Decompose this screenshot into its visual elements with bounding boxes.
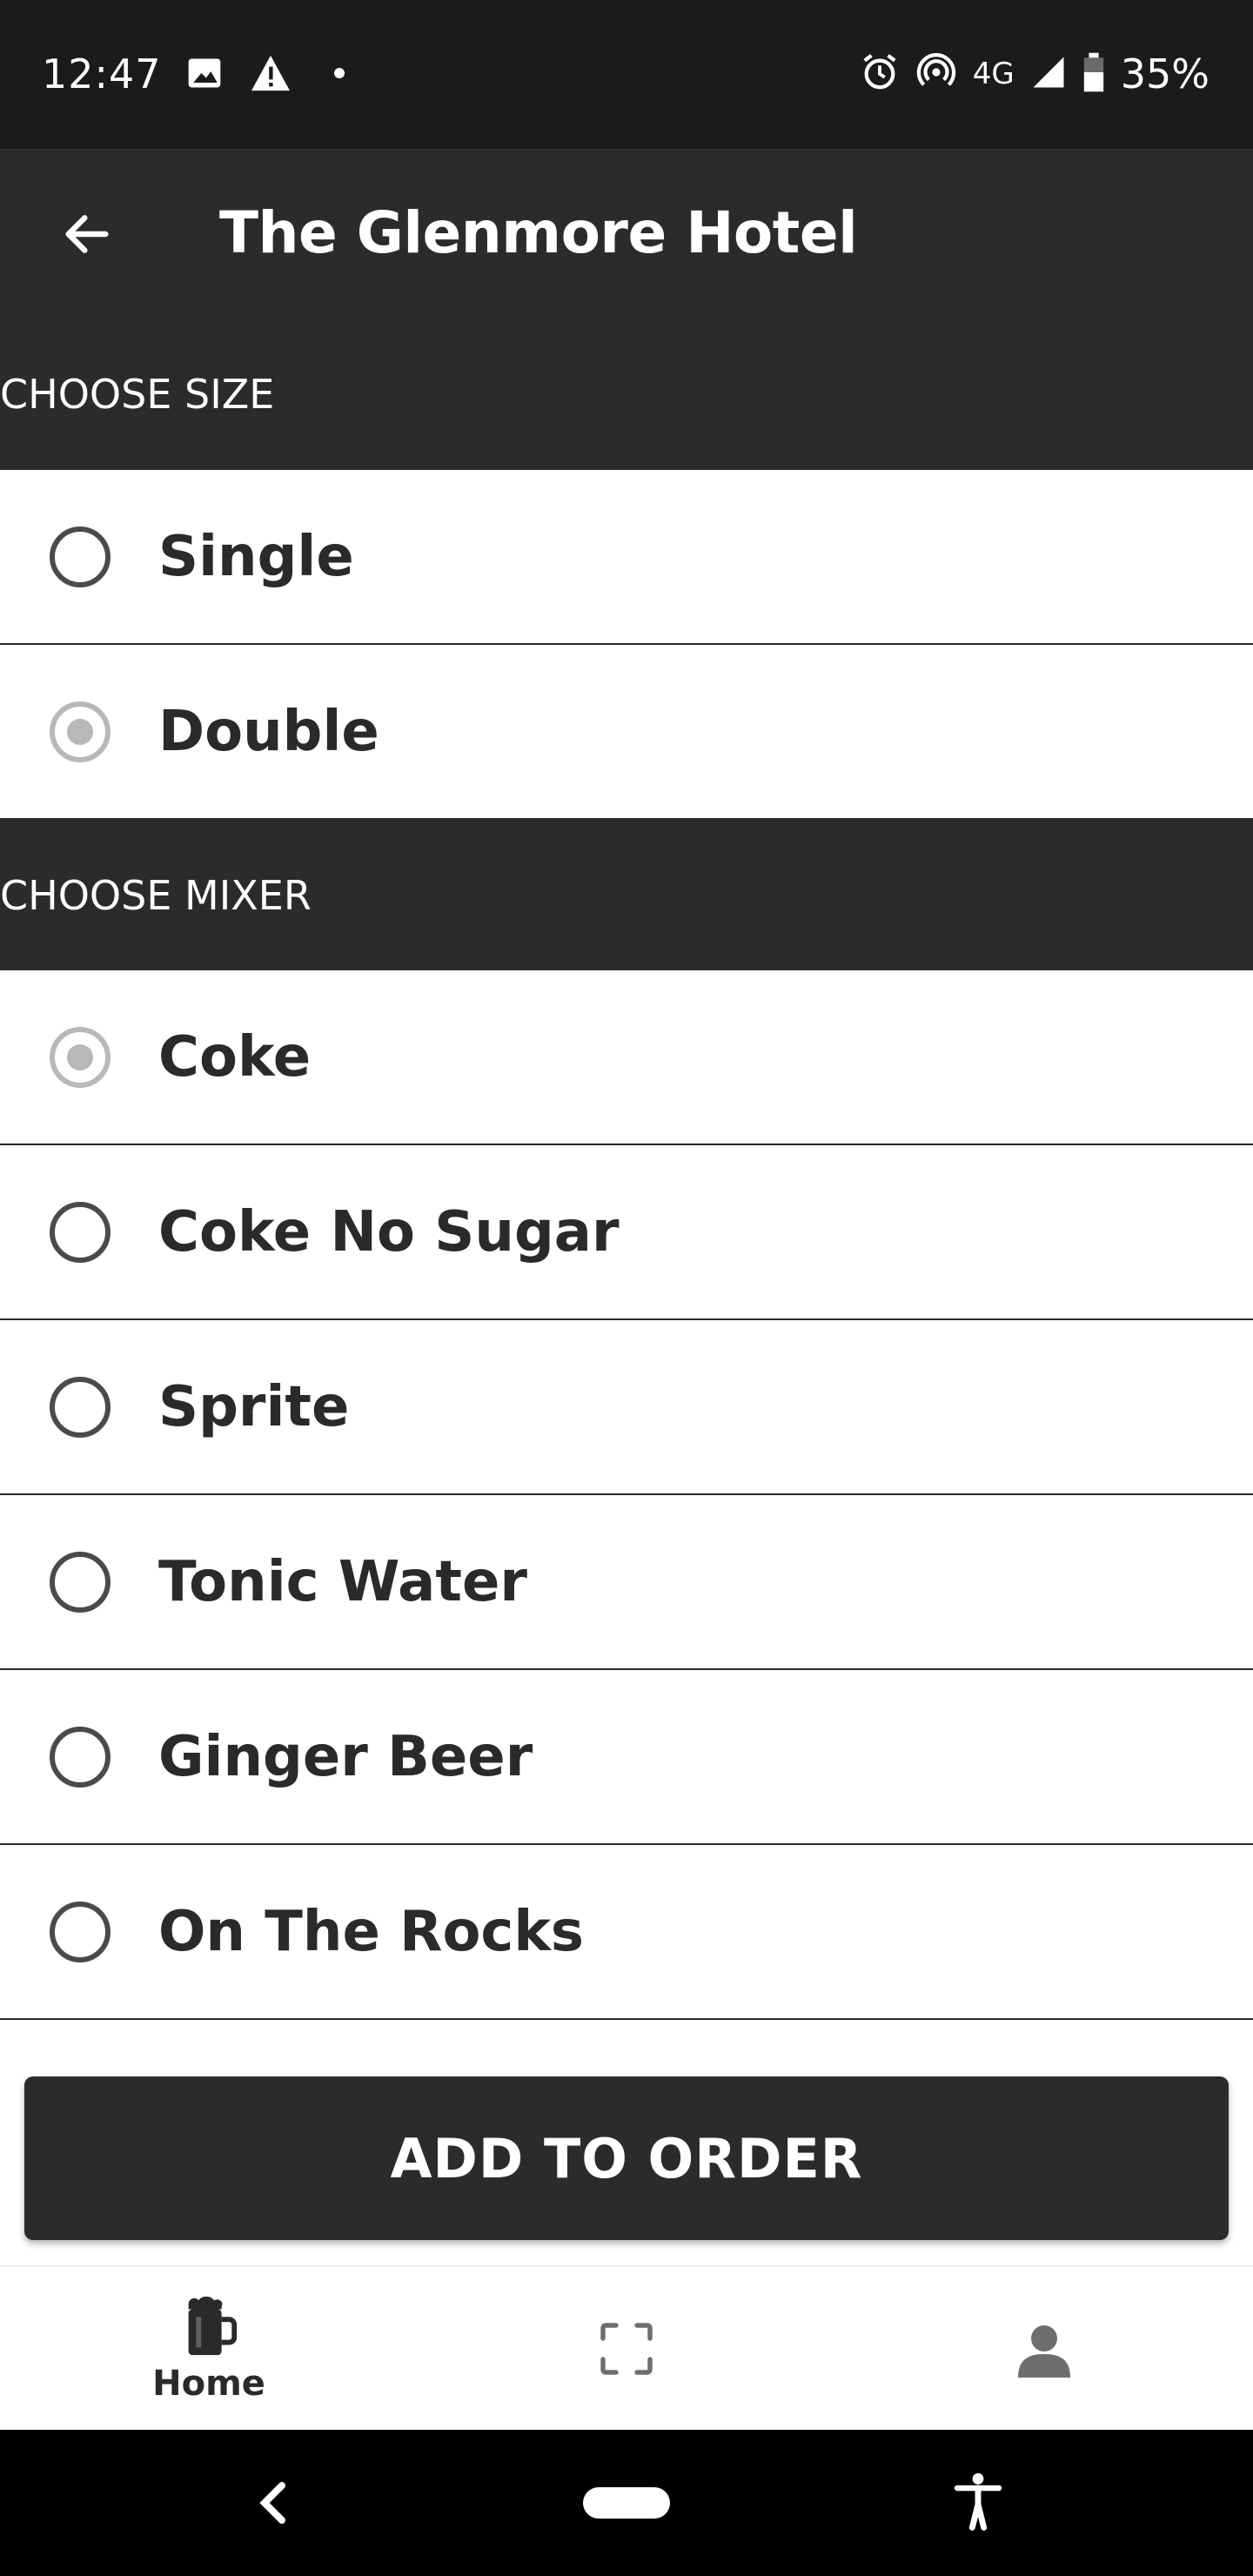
signal-icon	[1030, 54, 1067, 94]
mixer-option-on-the-rocks[interactable]: On The Rocks	[0, 1845, 1253, 2020]
option-label: Sprite	[158, 1374, 350, 1439]
mixer-option-sprite[interactable]: Sprite	[0, 1320, 1253, 1495]
image-icon	[185, 54, 224, 97]
bottom-nav: Home	[0, 2265, 1253, 2430]
beer-mug-icon	[188, 2296, 238, 2355]
profile-icon	[1018, 2324, 1070, 2378]
dot-icon	[332, 66, 346, 84]
system-nav-bar	[0, 2430, 1253, 2576]
nav-home[interactable]: Home	[122, 2266, 296, 2431]
mixer-option-coke[interactable]: Coke	[0, 970, 1253, 1145]
alarm-icon	[860, 52, 900, 96]
app-bar: The Glenmore Hotel	[0, 149, 1253, 317]
size-option-double[interactable]: Double	[0, 645, 1253, 820]
option-label: Coke No Sugar	[158, 1199, 620, 1265]
nav-home-label: Home	[152, 2363, 265, 2404]
status-bar: 12:47 4G 35%	[0, 0, 1253, 149]
option-label: Double	[158, 699, 379, 764]
accessibility-icon[interactable]	[950, 2472, 1006, 2537]
size-section-header: CHOOSE SIZE	[0, 317, 1253, 471]
mixer-option-tonic-water[interactable]: Tonic Water	[0, 1495, 1253, 1670]
radio-button[interactable]	[50, 1726, 111, 1788]
radio-button-selected[interactable]	[50, 701, 111, 762]
back-button[interactable]	[44, 191, 131, 278]
option-label: Tonic Water	[158, 1549, 527, 1614]
radio-button-selected[interactable]	[50, 1026, 111, 1088]
arrow-back-icon	[65, 215, 109, 253]
option-label: Coke	[158, 1024, 312, 1090]
hotspot-icon	[915, 52, 957, 96]
option-label: On The Rocks	[158, 1899, 584, 1964]
radio-button[interactable]	[50, 1551, 111, 1613]
nav-scan[interactable]	[539, 2266, 714, 2431]
mixer-option-coke-no-sugar[interactable]: Coke No Sugar	[0, 1145, 1253, 1320]
system-home-pill[interactable]	[583, 2487, 670, 2519]
status-time: 12:47	[42, 50, 162, 97]
radio-button[interactable]	[50, 1376, 111, 1438]
system-back-icon[interactable]	[251, 2475, 292, 2535]
add-to-order-button[interactable]: ADD TO ORDER	[24, 2076, 1229, 2240]
warning-icon	[249, 54, 292, 97]
scan-icon	[600, 2322, 653, 2375]
battery-percent: 35%	[1120, 50, 1209, 97]
option-label: Ginger Beer	[158, 1724, 533, 1789]
page-title: The Glenmore Hotel	[219, 199, 858, 266]
size-option-single[interactable]: Single	[0, 470, 1253, 645]
radio-button[interactable]	[50, 1901, 111, 1962]
radio-button[interactable]	[50, 1201, 111, 1263]
nav-profile[interactable]	[957, 2266, 1131, 2431]
battery-icon	[1082, 52, 1105, 96]
radio-button[interactable]	[50, 526, 111, 587]
option-label: Single	[158, 524, 354, 589]
network-type: 4G	[972, 57, 1015, 91]
mixer-option-ginger-beer[interactable]: Ginger Beer	[0, 1670, 1253, 1845]
mixer-section-header: CHOOSE MIXER	[0, 818, 1253, 972]
